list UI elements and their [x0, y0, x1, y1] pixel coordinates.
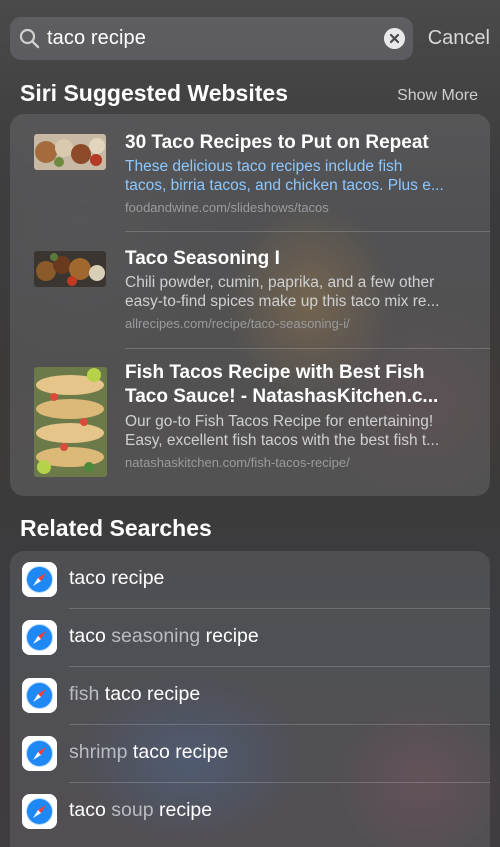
related-search-label: shrimp taco recipe — [69, 741, 228, 764]
search-field[interactable]: taco recipe — [10, 17, 413, 60]
result-description: These delicious taco recipes include fis… — [125, 157, 470, 195]
result-url: natashaskitchen.com/fish-tacos-recipe/ — [125, 455, 350, 470]
result-title: Fish Tacos Recipe with Best Fish — [125, 362, 425, 383]
result-desc-line: Easy, excellent fish tacos with the best… — [125, 432, 440, 449]
related-search-item[interactable]: shrimp taco recipe — [10, 725, 490, 783]
query-part: taco recipe — [99, 683, 201, 705]
result-title: 30 Taco Recipes to Put on Repeat — [125, 132, 429, 153]
query-extra: seasoning — [111, 625, 201, 647]
related-search-item[interactable]: taco recipe — [10, 551, 490, 609]
result-desc-line: easy-to-find spices make up this taco mi… — [125, 293, 440, 310]
result-thumbnail — [34, 134, 106, 170]
query-extra: fish — [69, 683, 100, 705]
result-description: Chili powder, cumin, paprika, and a few … — [125, 273, 470, 311]
result-thumbnail — [34, 367, 107, 477]
query-part: taco — [69, 625, 112, 647]
related-search-label: taco seasoning recipe — [69, 625, 259, 648]
result-title: Taco Seasoning I — [125, 248, 280, 269]
result-url: foodandwine.com/slideshows/tacos — [125, 200, 329, 215]
website-result-allrecipes[interactable]: Taco Seasoning I Chili powder, cumin, pa… — [10, 232, 490, 349]
website-result-foodandwine[interactable]: 30 Taco Recipes to Put on Repeat These d… — [10, 114, 490, 232]
query-part: taco recipe — [127, 741, 229, 763]
search-row: taco recipe Cancel — [10, 17, 490, 60]
search-input[interactable]: taco recipe — [47, 27, 146, 50]
show-more-button[interactable]: Show More — [397, 87, 478, 105]
safari-compass-icon — [22, 620, 57, 655]
related-search-item[interactable]: taco soup recipe — [10, 783, 490, 841]
query-part: taco — [69, 799, 112, 821]
search-icon — [19, 28, 40, 49]
related-search-label: taco recipe — [69, 567, 164, 590]
safari-compass-icon — [22, 736, 57, 771]
related-search-label: fish taco recipe — [69, 683, 200, 706]
result-desc-line: These delicious taco recipes include fis… — [125, 158, 403, 175]
suggested-websites-heading: Siri Suggested Websites — [20, 80, 288, 106]
related-search-item[interactable]: taco seasoning recipe — [10, 609, 490, 667]
result-thumbnail — [34, 251, 106, 287]
result-desc-line: Our go-to Fish Tacos Recipe for entertai… — [125, 413, 434, 430]
related-search-item[interactable]: fish taco recipe — [10, 667, 490, 725]
related-search-label: taco soup recipe — [69, 799, 212, 822]
clear-icon[interactable] — [384, 28, 405, 49]
cancel-button[interactable]: Cancel — [420, 27, 490, 50]
result-url: allrecipes.com/recipe/taco-seasoning-i/ — [125, 316, 350, 331]
query-part: recipe — [200, 625, 259, 647]
website-result-natashaskitchen[interactable]: Fish Tacos Recipe with Best Fish Taco Sa… — [10, 349, 490, 496]
related-searches-card: taco recipe taco seasoning recipe fish t… — [10, 551, 490, 847]
safari-compass-icon — [22, 562, 57, 597]
related-searches-heading: Related Searches — [20, 515, 212, 541]
query-part: taco recipe — [69, 567, 165, 589]
query-part: recipe — [153, 799, 213, 821]
result-description: Our go-to Fish Tacos Recipe for entertai… — [125, 412, 470, 450]
result-desc-line: tacos, birria tacos, and chicken tacos. … — [125, 177, 444, 194]
query-extra: shrimp — [69, 741, 128, 763]
query-extra: soup — [111, 799, 154, 821]
suggested-websites-card: 30 Taco Recipes to Put on Repeat These d… — [10, 114, 490, 496]
result-desc-line: Chili powder, cumin, paprika, and a few … — [125, 274, 435, 291]
result-title: Taco Sauce! - NatashasKitchen.c... — [125, 386, 439, 407]
safari-compass-icon — [22, 794, 57, 829]
safari-compass-icon — [22, 678, 57, 713]
